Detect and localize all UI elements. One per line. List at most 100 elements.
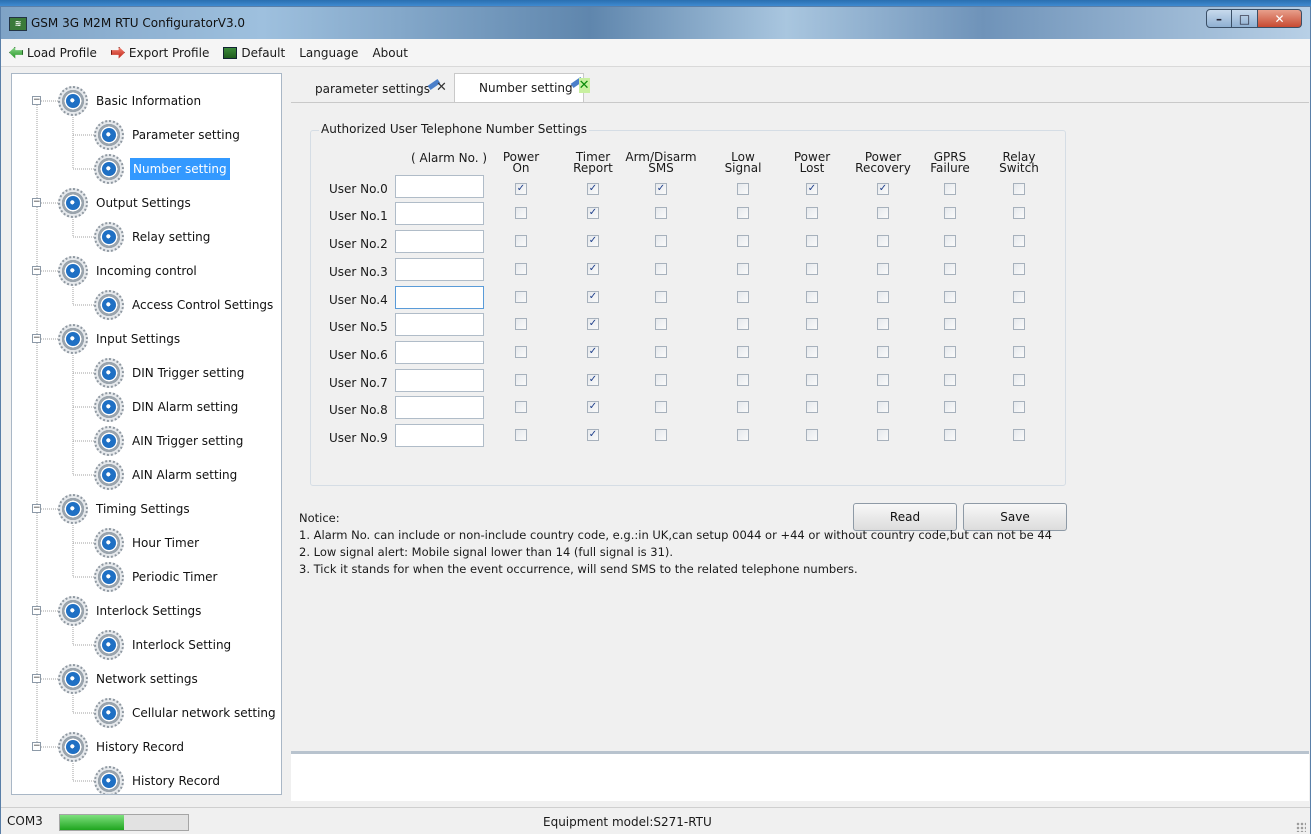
event-checkbox[interactable] — [944, 318, 956, 330]
tree-child-node[interactable]: Relay setting — [94, 222, 212, 252]
tree-child-node[interactable]: AIN Alarm setting — [94, 460, 239, 490]
menu-export-profile[interactable]: Export Profile — [110, 46, 209, 60]
resize-grip-icon[interactable] — [1296, 822, 1306, 832]
tree-child-node[interactable]: Interlock Setting — [94, 630, 233, 660]
event-checkbox[interactable] — [1013, 374, 1025, 386]
event-checkbox[interactable] — [515, 429, 527, 441]
alarm-number-input[interactable] — [395, 286, 484, 309]
edit-pin-icon[interactable]: ✕ — [569, 77, 591, 94]
event-checkbox[interactable] — [655, 429, 667, 441]
event-checkbox[interactable] — [944, 263, 956, 275]
event-checkbox[interactable] — [944, 235, 956, 247]
tree-child-node[interactable]: Periodic Timer — [94, 562, 219, 592]
event-checkbox[interactable]: ✓ — [655, 183, 667, 195]
tree-expander[interactable]: − — [32, 198, 41, 207]
event-checkbox[interactable] — [515, 318, 527, 330]
tree-group-node[interactable]: Network settings — [58, 664, 200, 694]
minimize-button[interactable]: – — [1206, 9, 1232, 28]
event-checkbox[interactable] — [944, 183, 956, 195]
edit-pin-icon[interactable]: ✕ — [426, 79, 448, 96]
event-checkbox[interactable] — [655, 401, 667, 413]
event-checkbox[interactable] — [1013, 318, 1025, 330]
tree-group-node[interactable]: Output Settings — [58, 188, 193, 218]
tree-child-node[interactable]: Cellular network setting — [94, 698, 278, 728]
alarm-number-input[interactable] — [395, 230, 484, 253]
event-checkbox[interactable] — [944, 429, 956, 441]
event-checkbox[interactable]: ✓ — [587, 207, 599, 219]
event-checkbox[interactable] — [515, 346, 527, 358]
alarm-number-input[interactable] — [395, 424, 484, 447]
event-checkbox[interactable] — [806, 429, 818, 441]
event-checkbox[interactable] — [877, 401, 889, 413]
event-checkbox[interactable] — [1013, 401, 1025, 413]
tree-group-node[interactable]: Interlock Settings — [58, 596, 203, 626]
event-checkbox[interactable] — [737, 401, 749, 413]
event-checkbox[interactable] — [806, 401, 818, 413]
event-checkbox[interactable] — [515, 263, 527, 275]
event-checkbox[interactable] — [737, 291, 749, 303]
event-checkbox[interactable] — [1013, 429, 1025, 441]
event-checkbox[interactable] — [515, 374, 527, 386]
event-checkbox[interactable] — [1013, 183, 1025, 195]
event-checkbox[interactable] — [877, 346, 889, 358]
event-checkbox[interactable] — [737, 374, 749, 386]
event-checkbox[interactable] — [1013, 263, 1025, 275]
event-checkbox[interactable] — [806, 318, 818, 330]
tab-parameter-settings[interactable]: parameter settings ✕ — [291, 76, 447, 102]
event-checkbox[interactable]: ✓ — [587, 263, 599, 275]
event-checkbox[interactable] — [806, 291, 818, 303]
tree-child-node[interactable]: Access Control Settings — [94, 290, 275, 320]
event-checkbox[interactable] — [655, 207, 667, 219]
tree-child-node[interactable]: Parameter setting — [94, 120, 242, 150]
alarm-number-input[interactable] — [395, 202, 484, 225]
menu-language[interactable]: Language — [299, 46, 358, 60]
event-checkbox[interactable]: ✓ — [587, 291, 599, 303]
menu-default[interactable]: Default — [223, 46, 285, 60]
event-checkbox[interactable]: ✓ — [587, 401, 599, 413]
event-checkbox[interactable]: ✓ — [587, 374, 599, 386]
event-checkbox[interactable] — [515, 291, 527, 303]
event-checkbox[interactable] — [877, 318, 889, 330]
event-checkbox[interactable] — [737, 346, 749, 358]
tree-group-node[interactable]: History Record — [58, 732, 186, 762]
event-checkbox[interactable] — [1013, 346, 1025, 358]
event-checkbox[interactable] — [737, 235, 749, 247]
tree-expander[interactable]: − — [32, 504, 41, 513]
tree-child-node[interactable]: Hour Timer — [94, 528, 201, 558]
log-output-area[interactable] — [291, 751, 1309, 801]
event-checkbox[interactable] — [806, 235, 818, 247]
event-checkbox[interactable]: ✓ — [587, 346, 599, 358]
event-checkbox[interactable] — [655, 374, 667, 386]
tree-expander[interactable]: − — [32, 334, 41, 343]
tree-child-node[interactable]: Number setting — [94, 154, 230, 184]
event-checkbox[interactable] — [737, 207, 749, 219]
event-checkbox[interactable]: ✓ — [806, 183, 818, 195]
event-checkbox[interactable] — [806, 374, 818, 386]
tree-child-node[interactable]: History Record — [94, 766, 222, 794]
tree-expander[interactable]: − — [32, 674, 41, 683]
event-checkbox[interactable] — [737, 183, 749, 195]
event-checkbox[interactable] — [806, 207, 818, 219]
event-checkbox[interactable]: ✓ — [587, 235, 599, 247]
event-checkbox[interactable] — [877, 207, 889, 219]
tree-child-node[interactable]: DIN Trigger setting — [94, 358, 246, 388]
tree-expander[interactable]: − — [32, 606, 41, 615]
close-button[interactable]: ✕ — [1258, 9, 1302, 28]
tree-child-node[interactable]: DIN Alarm setting — [94, 392, 240, 422]
event-checkbox[interactable] — [944, 401, 956, 413]
maximize-button[interactable]: □ — [1232, 9, 1258, 28]
alarm-number-input[interactable] — [395, 175, 484, 198]
event-checkbox[interactable] — [1013, 235, 1025, 247]
event-checkbox[interactable] — [1013, 291, 1025, 303]
event-checkbox[interactable] — [877, 374, 889, 386]
event-checkbox[interactable] — [944, 374, 956, 386]
tree-expander[interactable]: − — [32, 266, 41, 275]
event-checkbox[interactable] — [655, 318, 667, 330]
event-checkbox[interactable]: ✓ — [587, 429, 599, 441]
event-checkbox[interactable] — [877, 429, 889, 441]
event-checkbox[interactable] — [737, 263, 749, 275]
alarm-number-input[interactable] — [395, 369, 484, 392]
alarm-number-input[interactable] — [395, 313, 484, 336]
event-checkbox[interactable] — [877, 291, 889, 303]
tree-child-node[interactable]: AIN Trigger setting — [94, 426, 245, 456]
